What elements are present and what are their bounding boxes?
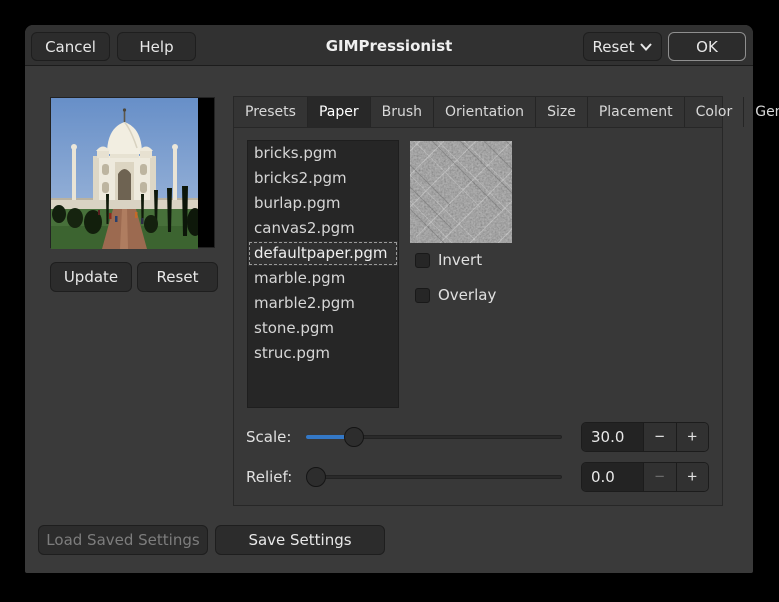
relief-slider[interactable]: [306, 462, 562, 492]
tab[interactable]: Placement: [588, 97, 685, 127]
gimpressionist-dialog: Cancel Help GIMPressionist Reset OK: [25, 25, 753, 573]
header-bar: Cancel Help GIMPressionist Reset OK: [25, 25, 753, 66]
paper-file-item[interactable]: marble2.pgm: [248, 291, 398, 316]
taj-mahal-preview-image: [51, 98, 198, 249]
relief-row: Relief: 0.0 − +: [234, 462, 722, 492]
relief-spinbox: 0.0 − +: [581, 462, 709, 492]
paper-file-item[interactable]: marble.pgm: [248, 266, 398, 291]
scale-value-input[interactable]: 30.0: [582, 423, 643, 451]
save-settings-button[interactable]: Save Settings: [215, 525, 385, 555]
ok-button[interactable]: OK: [668, 32, 746, 61]
tab-strip: PresetsPaperBrushOrientationSizePlacemen…: [234, 97, 722, 128]
scale-slider-handle[interactable]: [344, 427, 364, 447]
load-saved-settings-button[interactable]: Load Saved Settings: [38, 525, 208, 555]
scale-increment-button[interactable]: +: [676, 423, 709, 451]
preview-reset-button[interactable]: Reset: [137, 262, 218, 292]
invert-checkbox[interactable]: [415, 253, 430, 268]
paper-file-item[interactable]: bricks2.pgm: [248, 166, 398, 191]
tab[interactable]: Size: [536, 97, 588, 127]
paper-file-item[interactable]: defaultpaper.pgm: [248, 241, 398, 266]
reset-menu-button[interactable]: Reset: [583, 32, 662, 61]
relief-value-input[interactable]: 0.0: [582, 463, 643, 491]
overlay-option[interactable]: Overlay: [415, 286, 496, 304]
image-preview: [50, 97, 215, 248]
invert-label: Invert: [438, 251, 482, 269]
settings-notebook: PresetsPaperBrushOrientationSizePlacemen…: [233, 96, 723, 506]
tab[interactable]: Orientation: [434, 97, 536, 127]
update-button[interactable]: Update: [50, 262, 132, 292]
paper-file-item[interactable]: struc.pgm: [248, 341, 398, 366]
paper-file-item[interactable]: stone.pgm: [248, 316, 398, 341]
relief-decrement-button[interactable]: −: [643, 463, 676, 491]
scale-slider[interactable]: [306, 422, 562, 452]
scale-row: Scale: 30.0 − +: [234, 422, 722, 452]
overlay-checkbox[interactable]: [415, 288, 430, 303]
paper-file-item[interactable]: canvas2.pgm: [248, 216, 398, 241]
paper-file-item[interactable]: burlap.pgm: [248, 191, 398, 216]
paper-file-list[interactable]: bricks.pgmbricks2.pgmburlap.pgmcanvas2.p…: [247, 140, 399, 408]
tab[interactable]: Color: [685, 97, 745, 127]
tab[interactable]: Brush: [371, 97, 434, 127]
tab[interactable]: Paper: [308, 97, 371, 127]
scale-label: Scale:: [246, 422, 291, 452]
invert-option[interactable]: Invert: [415, 251, 482, 269]
overlay-label: Overlay: [438, 286, 496, 304]
scale-spinbox: 30.0 − +: [581, 422, 709, 452]
tab[interactable]: Presets: [234, 97, 308, 127]
scale-decrement-button[interactable]: −: [643, 423, 676, 451]
chevron-down-icon: [640, 43, 652, 51]
reset-menu-label: Reset: [593, 38, 635, 56]
tab[interactable]: General: [744, 97, 779, 127]
relief-label: Relief:: [246, 462, 292, 492]
relief-slider-handle[interactable]: [306, 467, 326, 487]
relief-slider-track[interactable]: [306, 475, 562, 479]
paper-texture-thumbnail: [410, 141, 512, 243]
paper-file-item[interactable]: bricks.pgm: [248, 141, 398, 166]
relief-increment-button[interactable]: +: [676, 463, 709, 491]
